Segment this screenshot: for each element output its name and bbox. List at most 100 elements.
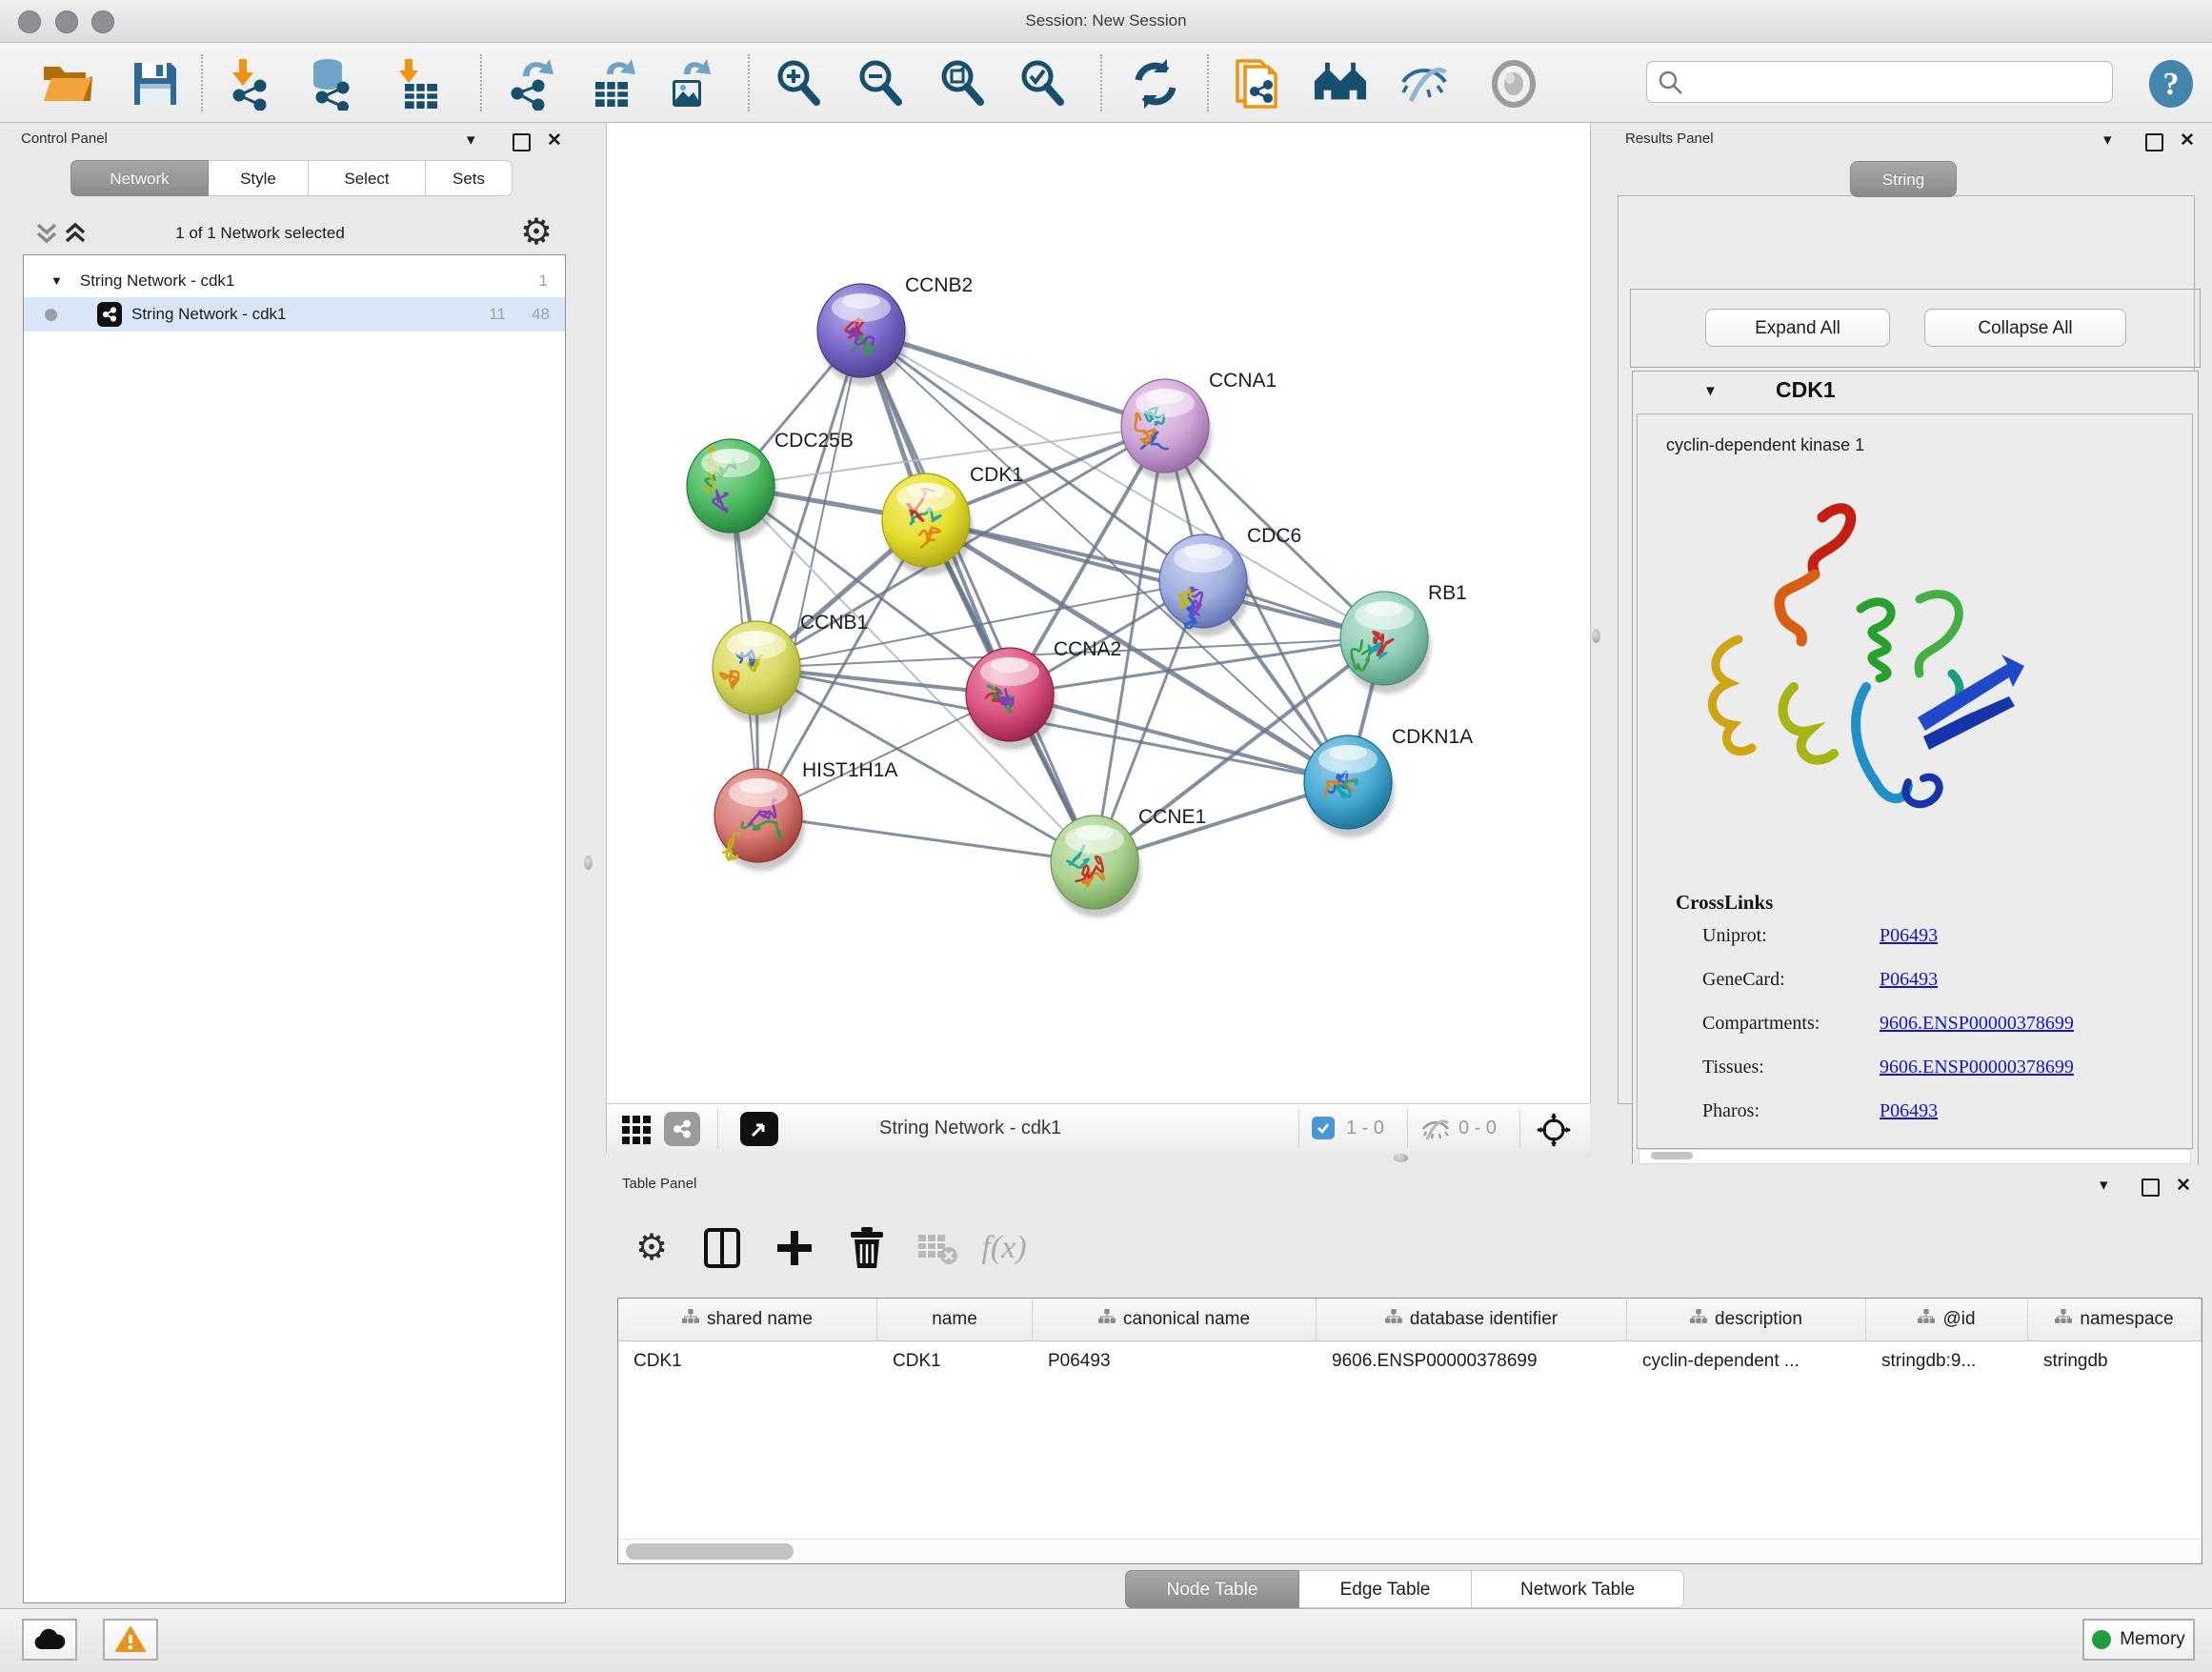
table-panel-close-icon[interactable]: ✕ — [2176, 1175, 2191, 1197]
collection-expand-icon[interactable]: ▼ — [50, 273, 63, 288]
table-panel-menu-icon[interactable]: ▾ — [2100, 1176, 2108, 1195]
tab-node-table[interactable]: Node Table — [1125, 1570, 1299, 1608]
tab-style[interactable]: Style — [209, 160, 309, 196]
expand-all-chevron-icon[interactable] — [34, 222, 59, 245]
network-node-CDC6[interactable]: CDC6 — [1159, 525, 1301, 636]
results-panel-menu-icon[interactable]: ▾ — [2103, 131, 2112, 150]
column-mapped-icon — [2055, 1309, 2072, 1330]
collapse-all-chevron-icon[interactable] — [63, 222, 88, 245]
table-cell[interactable]: cyclin-dependent ... — [1627, 1341, 1866, 1383]
crosslink-label: Pharos: — [1702, 1100, 1880, 1122]
control-panel-close-icon[interactable]: ✕ — [547, 130, 562, 151]
save-session-icon[interactable] — [128, 56, 183, 111]
crosslink-link[interactable]: P06493 — [1880, 969, 1938, 990]
network-node-CCNE1[interactable]: CCNE1 — [1051, 806, 1206, 917]
column-header-databaseidentifier[interactable]: database identifier — [1317, 1299, 1627, 1340]
selected-nodes-checkbox[interactable] — [1312, 1117, 1335, 1139]
search-input[interactable] — [1646, 61, 2113, 103]
tab-edge-table[interactable]: Edge Table — [1299, 1570, 1472, 1608]
automation-cloud-button[interactable] — [22, 1619, 77, 1661]
delete-column-trash-icon[interactable] — [842, 1223, 892, 1273]
table-cell[interactable]: CDK1 — [877, 1341, 1033, 1383]
graphics-details-icon[interactable] — [1486, 56, 1541, 111]
table-hscrollbar-thumb[interactable] — [626, 1543, 794, 1560]
table-cell[interactable]: CDK1 — [618, 1341, 877, 1383]
table-cell[interactable]: P06493 — [1033, 1341, 1317, 1383]
birds-eye-view-icon[interactable] — [740, 1112, 778, 1146]
warnings-button[interactable] — [103, 1619, 158, 1661]
network-collection-row[interactable]: ▼ String Network - cdk1 1 — [24, 264, 565, 297]
node-label-HIST1H1A: HIST1H1A — [802, 759, 897, 781]
zoom-in-icon[interactable] — [772, 56, 827, 111]
show-columns-icon[interactable] — [697, 1223, 747, 1273]
column-mapped-icon — [1918, 1309, 1935, 1330]
crosslink-link[interactable]: P06493 — [1880, 1100, 1938, 1121]
crosslink-link[interactable]: P06493 — [1880, 925, 1938, 946]
import-network-file-icon[interactable] — [223, 56, 278, 111]
left-splitter-handle[interactable] — [584, 856, 593, 870]
add-column-icon[interactable] — [770, 1223, 819, 1273]
node-label-CCNA2: CCNA2 — [1054, 638, 1121, 660]
horizontal-splitter-handle[interactable] — [1394, 1154, 1408, 1162]
network-overview-share-icon[interactable] — [664, 1112, 700, 1146]
network-canvas[interactable]: CCNB2CCNA1CDC25BCDK1CDC6RB1CCNB1CCNA2CDK… — [606, 123, 1591, 1103]
tab-sets[interactable]: Sets — [426, 160, 513, 196]
tab-select[interactable]: Select — [309, 160, 426, 196]
crosshair-icon[interactable] — [1537, 1113, 1571, 1152]
table-panel-float-icon[interactable] — [2142, 1178, 2160, 1197]
network-node-CCNB2[interactable]: CCNB2 — [817, 274, 973, 386]
control-panel-menu-icon[interactable]: ▾ — [467, 131, 475, 150]
zoom-selected-icon[interactable] — [1016, 56, 1071, 111]
crosslink-link[interactable]: 9606.ENSP00000378699 — [1880, 1013, 2074, 1034]
hidden-nodes-eye-icon[interactable] — [1420, 1116, 1451, 1147]
string-document-icon[interactable] — [1231, 56, 1286, 111]
help-icon[interactable]: ? — [2143, 56, 2199, 111]
table-settings-gear-icon[interactable]: ⚙ — [627, 1223, 676, 1273]
control-panel-float-icon[interactable] — [513, 133, 531, 151]
column-header-sharedname[interactable]: shared name — [618, 1299, 877, 1340]
network-node-CDKN1A[interactable]: CDKN1A — [1304, 726, 1473, 837]
column-header-description[interactable]: description — [1627, 1299, 1866, 1340]
grid-view-icon[interactable] — [620, 1112, 654, 1151]
open-session-icon[interactable] — [40, 56, 95, 111]
export-network-icon[interactable] — [503, 56, 558, 111]
table-cell[interactable]: stringdb:9... — [1866, 1341, 2028, 1383]
zoom-fit-icon[interactable] — [935, 56, 991, 111]
zoom-out-icon[interactable] — [854, 56, 909, 111]
network-node-CDK1[interactable]: CDK1 — [882, 464, 1023, 575]
column-header-namespace[interactable]: namespace — [2028, 1299, 2202, 1340]
tab-network-table[interactable]: Network Table — [1472, 1570, 1684, 1608]
table-cell[interactable]: 9606.ENSP00000378699 — [1317, 1341, 1627, 1383]
network-panel-gear-icon[interactable]: ⚙ — [520, 214, 553, 251]
entry-hscrollbar[interactable] — [1639, 1149, 2191, 1164]
export-table-icon[interactable] — [585, 56, 640, 111]
results-panel-float-icon[interactable] — [2145, 133, 2163, 151]
memory-button[interactable]: Memory — [2082, 1619, 2195, 1661]
crosslink-link[interactable]: 9606.ENSP00000378699 — [1880, 1057, 2074, 1078]
table-hscrollbar[interactable] — [618, 1539, 2202, 1563]
home-icon[interactable] — [1313, 56, 1368, 111]
column-header-id[interactable]: @id — [1866, 1299, 2028, 1340]
tab-network[interactable]: Network — [70, 160, 209, 196]
column-header-canonicalname[interactable]: canonical name — [1033, 1299, 1317, 1340]
hide-graphics-details-icon[interactable] — [1397, 56, 1452, 111]
import-table-icon[interactable] — [389, 56, 444, 111]
entry-collapse-icon[interactable]: ▼ — [1703, 383, 1718, 399]
table-cell[interactable]: stringdb — [2028, 1341, 2202, 1383]
collapse-all-button[interactable]: Collapse All — [1924, 309, 2126, 347]
network-node-CCNB1[interactable]: CCNB1 — [713, 612, 868, 723]
table-row[interactable]: CDK1CDK1P064939606.ENSP00000378699cyclin… — [618, 1341, 2202, 1383]
import-network-database-icon[interactable] — [303, 56, 358, 111]
network-node-HIST1H1A[interactable]: HIST1H1A — [714, 759, 897, 871]
network-node-CCNA1[interactable]: CCNA1 — [1121, 370, 1277, 481]
tab-string[interactable]: String — [1850, 161, 1957, 197]
network-row-selected[interactable]: String Network - cdk1 11 48 — [24, 297, 565, 332]
column-header-name[interactable]: name — [877, 1299, 1033, 1340]
network-node-RB1[interactable]: RB1 — [1340, 582, 1467, 694]
column-label: name — [932, 1309, 977, 1330]
right-splitter-handle[interactable] — [1592, 629, 1600, 643]
export-image-icon[interactable] — [661, 56, 716, 111]
apply-layout-refresh-icon[interactable] — [1128, 56, 1183, 111]
results-panel-close-icon[interactable]: ✕ — [2180, 130, 2195, 151]
expand-all-button[interactable]: Expand All — [1705, 309, 1890, 347]
